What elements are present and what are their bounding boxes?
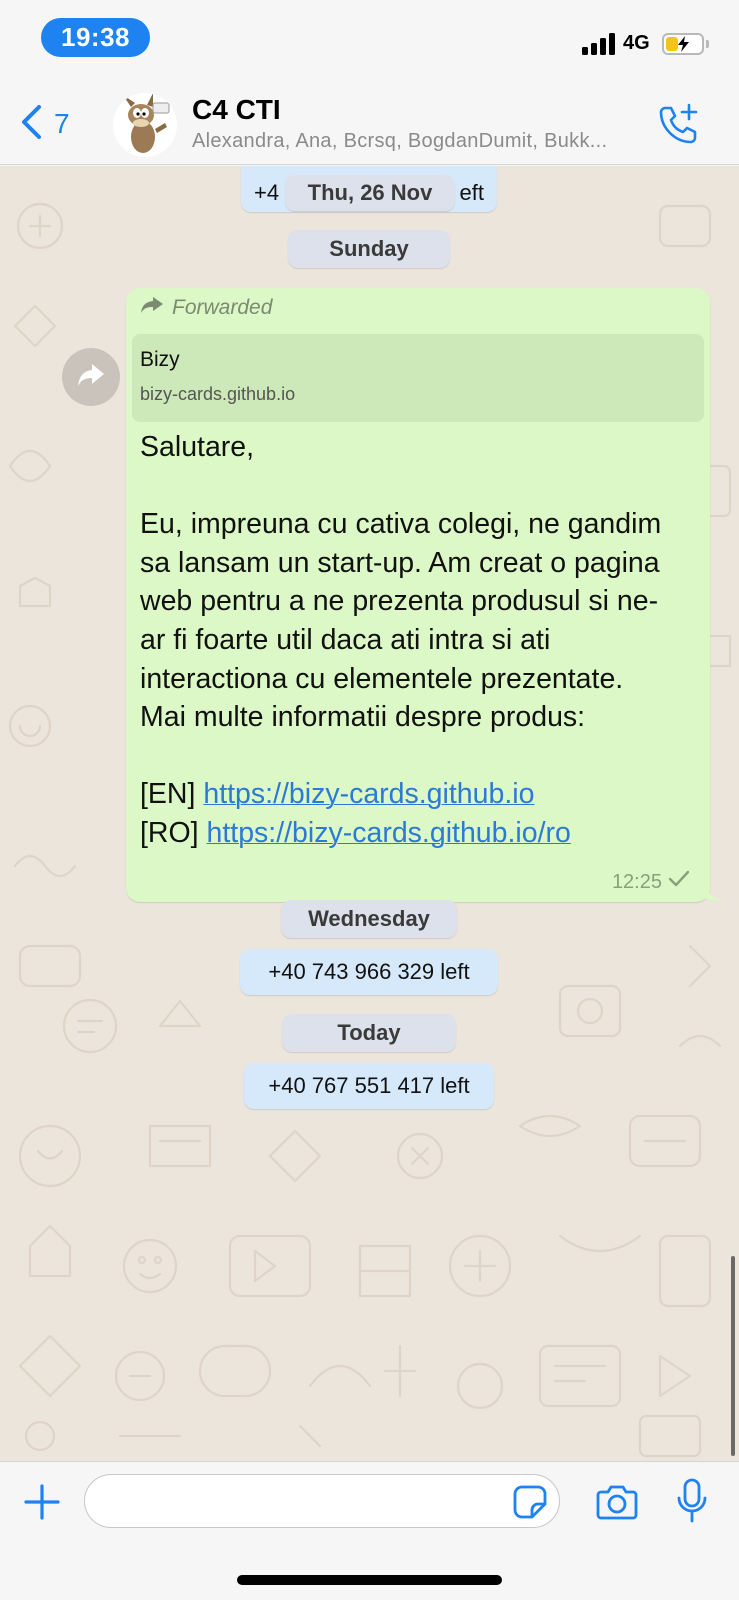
message-line-en: [EN] https://bizy-cards.github.io [140, 778, 535, 811]
sent-check-icon [662, 870, 690, 894]
chat-header: 7 C4 CTI Alexandra, Ana, Bcrsq, BogdanDu… [0, 80, 739, 165]
date-pill-today: Today [282, 1014, 456, 1052]
scrollbar[interactable] [731, 1256, 735, 1456]
forwarded-indicator: Forwarded [140, 296, 272, 320]
message-text: Salutare, Eu, impreuna cu cativa colegi,… [140, 428, 700, 853]
link-ro[interactable]: https://bizy-cards.github.io/ro [207, 817, 571, 849]
link-preview-title: Bizy [140, 348, 180, 371]
message-line [140, 467, 700, 506]
back-button[interactable]: 7 [20, 104, 80, 144]
message-line-ro: [RO] https://bizy-cards.github.io/ro [140, 816, 571, 849]
phone-plus-icon [657, 103, 701, 150]
message-line: sa lansam un start-up. Am creat o pagina [140, 546, 660, 579]
message-line [140, 737, 700, 776]
camera-button[interactable] [595, 1482, 639, 1522]
message-line: interactiona cu elementele prezentate. [140, 662, 624, 695]
message-line: Mai multe informatii despre produs: [140, 701, 586, 734]
cellular-signal-icon [582, 33, 616, 55]
chevron-left-icon [20, 104, 42, 145]
date-pill-wednesday: Wednesday [281, 900, 457, 938]
chat-title[interactable]: C4 CTI [192, 94, 281, 126]
bubble-tail [700, 876, 724, 901]
system-message: +40 743 966 329 left [240, 949, 498, 995]
microphone-icon [675, 1478, 709, 1528]
microphone-button[interactable] [675, 1478, 709, 1524]
network-type: 4G [623, 32, 650, 54]
message-line: Eu, impreuna cu cativa colegi, ne gandim [140, 508, 662, 541]
battery-tip [706, 40, 709, 48]
group-members[interactable]: Alexandra, Ana, Bcrsq, BogdanDumit, Bukk… [192, 130, 642, 153]
link-preview[interactable]: Bizy bizy-cards.github.io [132, 334, 704, 422]
system-message: +40 767 551 417 left [244, 1063, 494, 1109]
attach-button[interactable] [22, 1482, 62, 1522]
link-en[interactable]: https://bizy-cards.github.io [203, 778, 534, 810]
message-timestamp: 12:25 [612, 870, 690, 894]
forward-arrow-icon [76, 362, 106, 393]
unread-chats-count: 7 [54, 108, 70, 139]
clock: 19:38 [41, 18, 150, 57]
sticker-button[interactable] [512, 1484, 548, 1520]
message-input[interactable] [84, 1474, 560, 1528]
group-avatar[interactable] [113, 93, 177, 157]
forwarded-arrow-icon [140, 296, 172, 320]
camera-icon [595, 1485, 639, 1526]
home-indicator[interactable] [237, 1575, 502, 1585]
status-bar: 19:38 4G [0, 0, 739, 80]
message-line: web pentru a ne prezenta produsul si ne- [140, 585, 659, 618]
input-bar [0, 1461, 739, 1600]
forward-button[interactable] [62, 348, 120, 406]
add-call-button[interactable] [657, 102, 701, 146]
sticker-icon [512, 1485, 548, 1524]
sticky-date-pill: Thu, 26 Nov [285, 175, 455, 211]
message-line: ar fi foarte util daca ati intra si ati [140, 623, 551, 656]
plus-icon [22, 1484, 62, 1526]
message-line: Salutare, [140, 431, 255, 463]
battery-icon [662, 33, 704, 55]
outgoing-message[interactable]: Forwarded Bizy bizy-cards.github.io Salu… [126, 288, 710, 902]
date-pill-sunday: Sunday [288, 230, 450, 268]
link-preview-domain: bizy-cards.github.io [140, 384, 296, 404]
chat-area[interactable]: +4 eft Thu, 26 Nov Sunday Forwarded Bizy… [0, 166, 739, 1461]
